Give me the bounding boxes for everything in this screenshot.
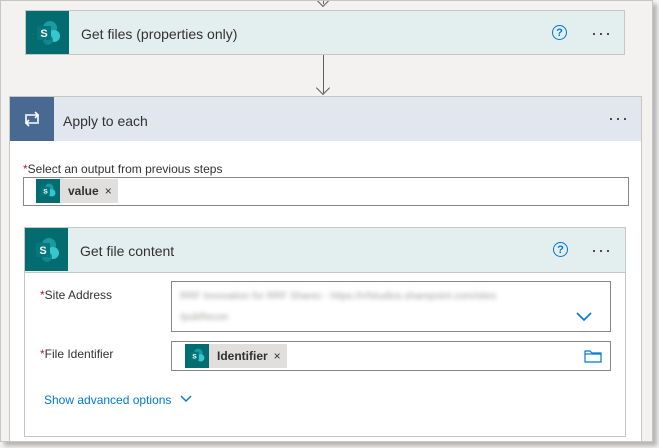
value-token-label: value (68, 184, 99, 198)
select-output-field[interactable]: S value × (23, 177, 629, 206)
help-icon[interactable]: ? (552, 25, 567, 40)
file-identifier-label-text: File Identifier (44, 347, 114, 361)
get-files-title: Get files (properties only) (81, 26, 238, 42)
sharepoint-icon: S (185, 344, 209, 368)
svg-text:S: S (43, 188, 48, 195)
get-file-content-card: S Get file content ? ··· *Site Address R… (24, 227, 626, 437)
site-address-value-line2: /pubRecon (180, 312, 229, 323)
apply-to-each-card: Apply to each ··· *Select an output from… (9, 96, 642, 441)
get-file-content-title: Get file content (80, 243, 175, 259)
select-output-label-text: Select an output from previous steps (27, 162, 223, 176)
value-token[interactable]: S value × (36, 179, 118, 203)
sharepoint-icon: S (26, 11, 69, 54)
site-address-value-line1: RRF Innovation for RRF Sharec - https://… (180, 291, 497, 302)
sharepoint-icon: S (36, 179, 60, 203)
file-identifier-label: *File Identifier (40, 347, 113, 361)
show-advanced-options-link[interactable]: Show advanced options (44, 393, 171, 407)
chevron-down-icon[interactable] (180, 395, 192, 403)
sharepoint-icon: S (25, 228, 68, 271)
svg-text:S: S (40, 28, 47, 40)
site-address-field[interactable]: RRF Innovation for RRF Sharec - https://… (171, 281, 611, 332)
close-icon[interactable]: × (274, 349, 281, 363)
select-output-label: *Select an output from previous steps (23, 162, 222, 176)
loop-icon (10, 97, 54, 141)
identifier-token-label: Identifier (217, 349, 268, 363)
apply-to-each-header[interactable]: Apply to each ··· (10, 97, 641, 141)
get-file-content-header[interactable]: S Get file content ? ··· (25, 228, 625, 273)
more-icon[interactable]: ··· (608, 109, 629, 127)
folder-icon[interactable] (584, 349, 602, 363)
identifier-token[interactable]: S Identifier × (185, 344, 287, 368)
help-icon[interactable]: ? (553, 242, 568, 257)
connector-middle-arrowhead (315, 80, 331, 96)
more-icon[interactable]: ··· (591, 241, 612, 259)
svg-text:S: S (39, 245, 46, 257)
site-address-label-text: Site Address (44, 288, 113, 302)
site-address-label: *Site Address (40, 288, 112, 302)
chevron-down-icon[interactable] (576, 312, 592, 322)
file-identifier-field[interactable]: S Identifier × (171, 341, 611, 371)
get-files-card[interactable]: S Get files (properties only) ? ··· (25, 10, 625, 55)
flow-canvas: S Get files (properties only) ? ··· Appl… (0, 0, 653, 442)
connector-top-arrowhead (315, 1, 331, 8)
svg-text:S: S (192, 353, 197, 360)
close-icon[interactable]: × (105, 184, 112, 198)
more-icon[interactable]: ··· (591, 24, 612, 42)
apply-to-each-title: Apply to each (63, 113, 148, 129)
